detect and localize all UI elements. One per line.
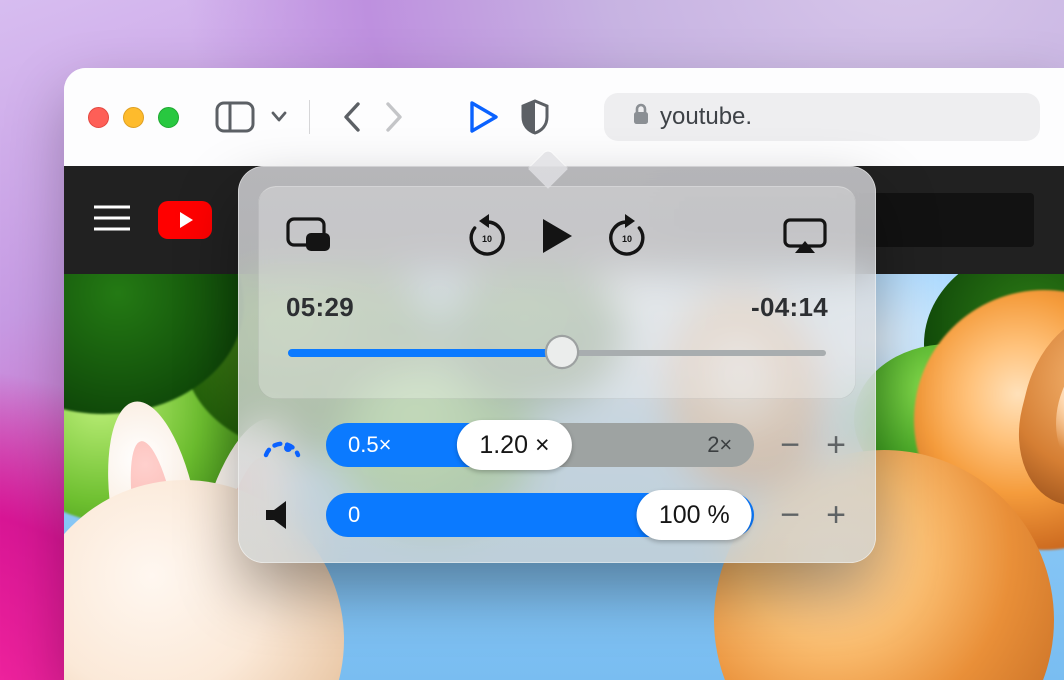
url-text: youtube. — [660, 103, 752, 131]
youtube-logo[interactable] — [158, 201, 212, 239]
timeline-thumb[interactable] — [547, 337, 577, 367]
speed-value-thumb[interactable]: 1.20 × — [457, 420, 571, 470]
sidebar-toggle[interactable] — [215, 100, 320, 134]
play-button[interactable] — [540, 217, 574, 255]
volume-row: 0 100 % − + — [258, 493, 856, 537]
chevron-down-icon[interactable] — [271, 111, 287, 123]
nav-forward-button[interactable] — [382, 100, 404, 134]
window-minimize-button[interactable] — [123, 107, 144, 128]
volume-icon — [262, 499, 306, 531]
window-fullscreen-button[interactable] — [158, 107, 179, 128]
speed-increase-button[interactable]: + — [820, 426, 852, 464]
timeline-slider[interactable] — [288, 341, 826, 363]
browser-toolbar: youtube. — [64, 68, 1064, 166]
lock-icon — [632, 102, 650, 133]
volume-min-label: 0 — [348, 502, 360, 528]
address-bar[interactable]: youtube. — [604, 93, 1040, 141]
speed-slider[interactable]: 0.5× 1 2× 1.20 × — [326, 423, 754, 467]
volume-decrease-button[interactable]: − — [774, 496, 806, 534]
hamburger-icon[interactable] — [94, 204, 130, 237]
timeline-fill — [288, 349, 562, 357]
speed-icon — [262, 431, 306, 459]
picture-in-picture-button[interactable] — [286, 217, 332, 255]
volume-value-thumb[interactable]: 100 % — [637, 490, 752, 540]
forward-10-button[interactable]: 10 — [606, 214, 648, 258]
volume-slider[interactable]: 0 100 % — [326, 493, 754, 537]
volume-increase-button[interactable]: + — [820, 496, 852, 534]
nav-back-button[interactable] — [342, 100, 364, 134]
remaining-time: -04:14 — [751, 292, 828, 323]
speed-decrease-button[interactable]: − — [774, 426, 806, 464]
shield-icon[interactable] — [520, 99, 550, 135]
window-controls — [88, 107, 179, 128]
elapsed-time: 05:29 — [286, 292, 354, 323]
speed-max-label: 2× — [707, 432, 732, 458]
media-controls-popover: 10 10 05 — [238, 166, 876, 563]
speed-min-label: 0.5× — [348, 432, 391, 458]
youtube-play-icon — [158, 201, 212, 239]
sidebar-icon — [215, 101, 255, 133]
playback-speed-row: 0.5× 1 2× 1.20 × − + — [258, 423, 856, 467]
media-controls-button[interactable] — [466, 99, 500, 135]
window-close-button[interactable] — [88, 107, 109, 128]
rewind-10-button[interactable]: 10 — [466, 214, 508, 258]
playback-panel: 10 10 05 — [258, 186, 856, 399]
airplay-button[interactable] — [782, 217, 828, 255]
